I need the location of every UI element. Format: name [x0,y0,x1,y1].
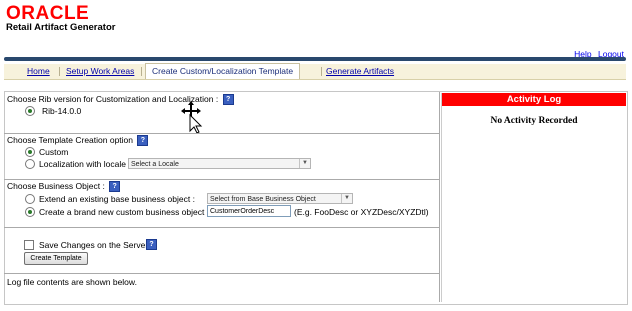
create-template-button[interactable]: Create Template [24,252,88,265]
locale-select[interactable]: Select a Locale ▼ [128,158,311,169]
tab-home[interactable]: Home [27,64,50,79]
base-object-select-value: Select from Base Business Object [210,196,316,203]
new-object-input[interactable] [207,205,291,217]
save-checkbox[interactable] [24,240,34,250]
help-icon[interactable]: ? [146,239,157,250]
tab-generate-artifacts[interactable]: Generate Artifacts [326,64,394,79]
rib-section: Choose Rib version for Customization and… [4,92,439,134]
template-section: Choose Template Creation option ? Custom… [4,134,439,180]
base-object-select[interactable]: Select from Base Business Object ▼ [207,193,353,204]
tab-separator [321,67,322,76]
app-title: Retail Artifact Generator [6,22,116,33]
save-section: Save Changes on the Server ? Create Temp… [4,228,439,274]
tab-separator [59,67,60,76]
example-hint: (E.g. FooDesc or XYZDesc/XYZDtl) [294,207,429,217]
tab-bar: Home Setup Work Areas Create Custom/Loca… [4,63,626,80]
template-label: Choose Template Creation option [7,135,134,145]
save-checkbox-label: Save Changes on the Server [39,240,149,250]
chevron-down-icon: ▼ [341,194,352,203]
move-cursor-icon [181,101,203,133]
help-icon[interactable]: ? [222,94,234,106]
activity-log-message: No Activity Recorded [490,116,578,126]
rib-option-label: Rib-14.0.0 [42,106,82,116]
vertical-divider [439,92,440,302]
new-object-radio[interactable] [25,207,35,217]
new-object-label: Create a brand new custom business objec… [39,207,210,217]
custom-label: Custom [39,147,69,157]
chevron-down-icon: ▼ [299,159,310,168]
log-info-text: Log file contents are shown below. [7,277,137,287]
oracle-logo: ORACLE [6,3,90,24]
localization-radio[interactable] [25,159,35,169]
activity-log-title: Activity Log [442,93,626,106]
activity-log-panel: Activity Log No Activity Recorded [441,93,626,302]
header-rule [4,57,626,61]
tab-setup-work-areas[interactable]: Setup Work Areas [66,64,134,79]
business-object-section: Choose Business Object : ? Extend an exi… [4,180,439,228]
help-icon[interactable]: ? [137,135,149,147]
tab-separator [141,67,142,76]
extend-label: Extend an existing base business object … [39,194,195,204]
locale-select-value: Select a Locale [131,161,179,168]
extend-radio[interactable] [25,194,35,204]
rib-radio[interactable] [25,106,35,116]
localization-label: Localization with locale [39,159,126,169]
custom-radio[interactable] [25,147,35,157]
tab-create-template[interactable]: Create Custom/Localization Template [145,63,301,79]
help-icon[interactable]: ? [109,181,121,193]
business-object-label: Choose Business Object : [7,181,105,191]
